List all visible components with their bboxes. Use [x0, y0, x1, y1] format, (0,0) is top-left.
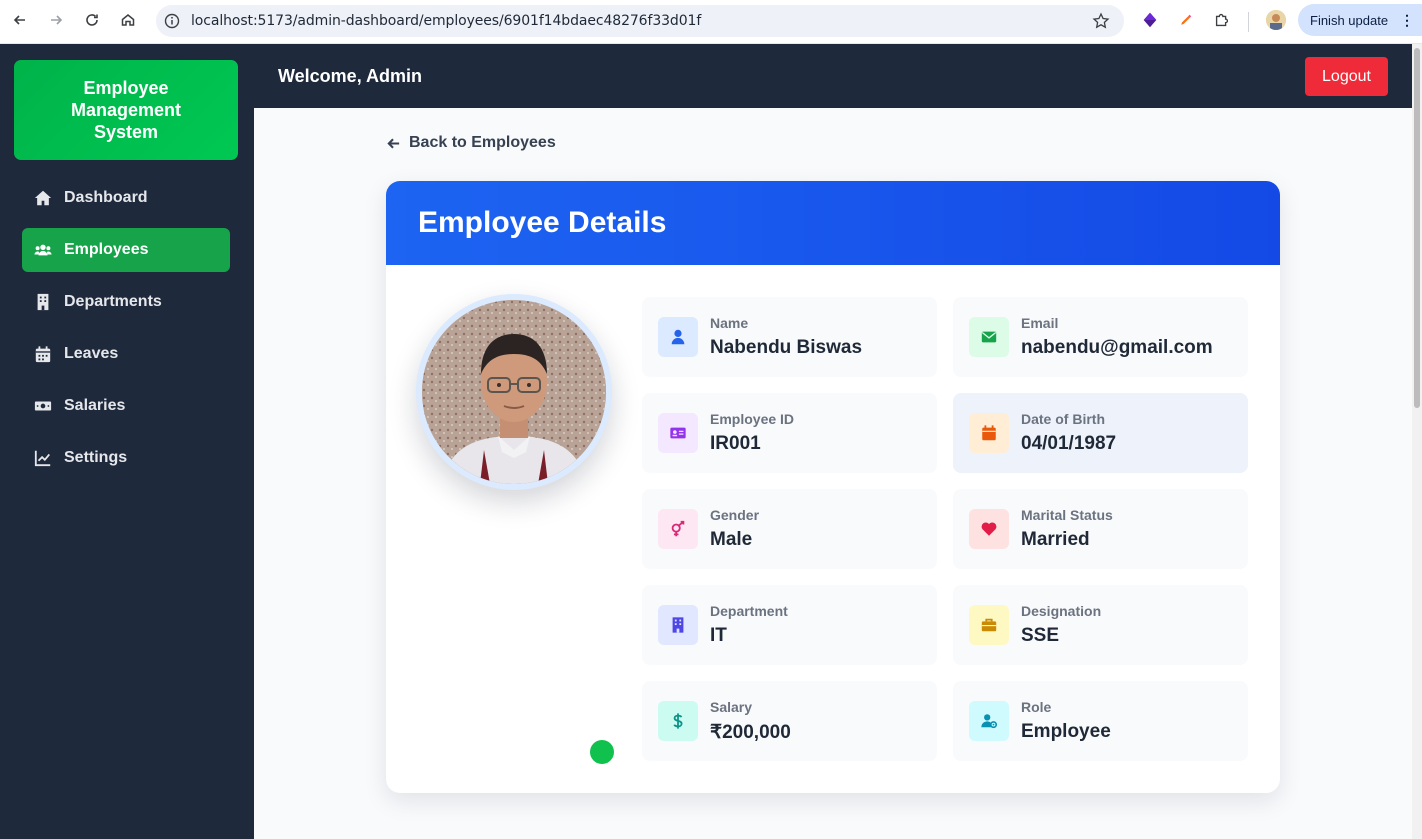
field-label: Role — [1021, 699, 1052, 715]
field-label: Date of Birth — [1021, 411, 1105, 427]
field-label: Email — [1021, 315, 1059, 331]
field-label: Gender — [710, 507, 760, 523]
money-icon — [34, 397, 52, 415]
more-vert-icon[interactable]: ⋮ — [1400, 12, 1414, 29]
sidebar-item-label: Departments — [64, 293, 162, 310]
sidebar: Employee Management System Dashboard Emp… — [0, 44, 254, 839]
url-text[interactable]: localhost:5173/admin-dashboard/employees… — [191, 13, 701, 29]
sidebar-item-label: Settings — [64, 449, 128, 466]
back-arrow-icon[interactable] — [8, 8, 32, 32]
sidebar-item-salaries[interactable]: Salaries — [22, 384, 230, 428]
page-scrollbar[interactable] — [1412, 44, 1422, 839]
finish-update-button[interactable]: Finish update ⋮ — [1298, 4, 1422, 36]
gender-icon — [658, 509, 698, 549]
sidebar-item-label: Employees — [64, 241, 149, 258]
building-icon — [34, 293, 52, 311]
field-value: IT — [710, 625, 727, 646]
browser-toolbar: localhost:5173/admin-dashboard/employees… — [0, 0, 1422, 44]
employee-details-card: Employee Details Name Nabendu Biswas Ema… — [386, 181, 1280, 793]
field-label: Department — [710, 603, 788, 619]
home-icon[interactable] — [116, 8, 140, 32]
field-label: Salary — [710, 699, 753, 715]
extension-diamond-icon[interactable] — [1140, 10, 1160, 30]
field-email: Email nabendu@gmail.com — [953, 297, 1248, 377]
field-employee-id: Employee ID IR001 — [642, 393, 937, 473]
forward-arrow-icon[interactable] — [44, 8, 68, 32]
sidebar-item-departments[interactable]: Departments — [22, 280, 230, 324]
brand-title: Employee Management System — [14, 60, 238, 160]
field-name: Name Nabendu Biswas — [642, 297, 937, 377]
info-icon[interactable] — [164, 13, 180, 29]
scrollbar-thumb[interactable] — [1414, 48, 1420, 408]
arrow-left-icon — [387, 138, 400, 148]
field-label: Designation — [1021, 603, 1102, 619]
toolbar-divider — [1248, 12, 1249, 32]
users-icon — [34, 241, 52, 259]
field-salary: Salary ₹200,000 — [642, 681, 937, 761]
extensions-puzzle-icon[interactable] — [1212, 10, 1232, 30]
heart-icon — [969, 509, 1009, 549]
chart-line-icon — [34, 449, 52, 467]
back-to-employees-link[interactable]: Back to Employees — [386, 134, 556, 152]
sidebar-item-label: Dashboard — [64, 189, 148, 206]
field-value: Employee — [1021, 721, 1111, 742]
reload-icon[interactable] — [80, 8, 104, 32]
sidebar-item-employees[interactable]: Employees — [22, 228, 230, 272]
field-value: Male — [710, 529, 753, 550]
building-icon — [658, 605, 698, 645]
field-label: Marital Status — [1021, 507, 1113, 523]
field-value: Married — [1021, 529, 1090, 550]
user-gear-icon — [969, 701, 1009, 741]
card-header: Employee Details — [386, 181, 1280, 265]
user-icon — [658, 317, 698, 357]
field-date-of-birth: Date of Birth 04/01/1987 — [953, 393, 1248, 473]
page-title: Employee Details — [418, 206, 667, 239]
sidebar-item-leaves[interactable]: Leaves — [22, 332, 230, 376]
field-designation: Designation SSE — [953, 585, 1248, 665]
home-icon — [34, 189, 52, 207]
briefcase-icon — [969, 605, 1009, 645]
field-value: nabendu@gmail.com — [1021, 337, 1213, 358]
field-value: IR001 — [710, 433, 761, 454]
sidebar-item-label: Salaries — [64, 397, 126, 414]
field-label: Name — [710, 315, 749, 331]
back-link-label: Back to Employees — [409, 134, 556, 151]
id-card-icon — [658, 413, 698, 453]
field-department: Department IT — [642, 585, 937, 665]
sidebar-item-dashboard[interactable]: Dashboard — [22, 176, 230, 220]
calendar-icon — [34, 345, 52, 363]
welcome-text: Welcome, Admin — [278, 66, 423, 86]
top-navbar: Welcome, Admin Logout — [254, 44, 1412, 108]
bookmark-star-icon[interactable] — [1092, 12, 1110, 30]
field-marital-status: Marital Status Married — [953, 489, 1248, 569]
field-value: 04/01/1987 — [1021, 433, 1117, 454]
field-label: Employee ID — [710, 411, 795, 427]
dollar-icon — [658, 701, 698, 741]
profile-avatar[interactable] — [1266, 10, 1286, 30]
extension-pen-icon[interactable] — [1176, 10, 1196, 30]
envelope-icon — [969, 317, 1009, 357]
online-status-dot — [590, 740, 614, 764]
field-value: ₹200,000 — [710, 722, 791, 743]
address-bar[interactable]: localhost:5173/admin-dashboard/employees… — [156, 5, 1124, 37]
calendar-icon — [969, 413, 1009, 453]
sidebar-item-label: Leaves — [64, 345, 119, 362]
field-value: SSE — [1021, 625, 1060, 646]
profile-photo-frame — [416, 294, 612, 490]
field-role: Role Employee — [953, 681, 1248, 761]
logout-button[interactable]: Logout — [1305, 57, 1388, 96]
field-gender: Gender Male — [642, 489, 937, 569]
sidebar-item-settings[interactable]: Settings — [22, 436, 230, 480]
field-value: Nabendu Biswas — [710, 337, 863, 358]
finish-update-label: Finish update — [1310, 12, 1389, 28]
profile-photo — [422, 300, 606, 484]
